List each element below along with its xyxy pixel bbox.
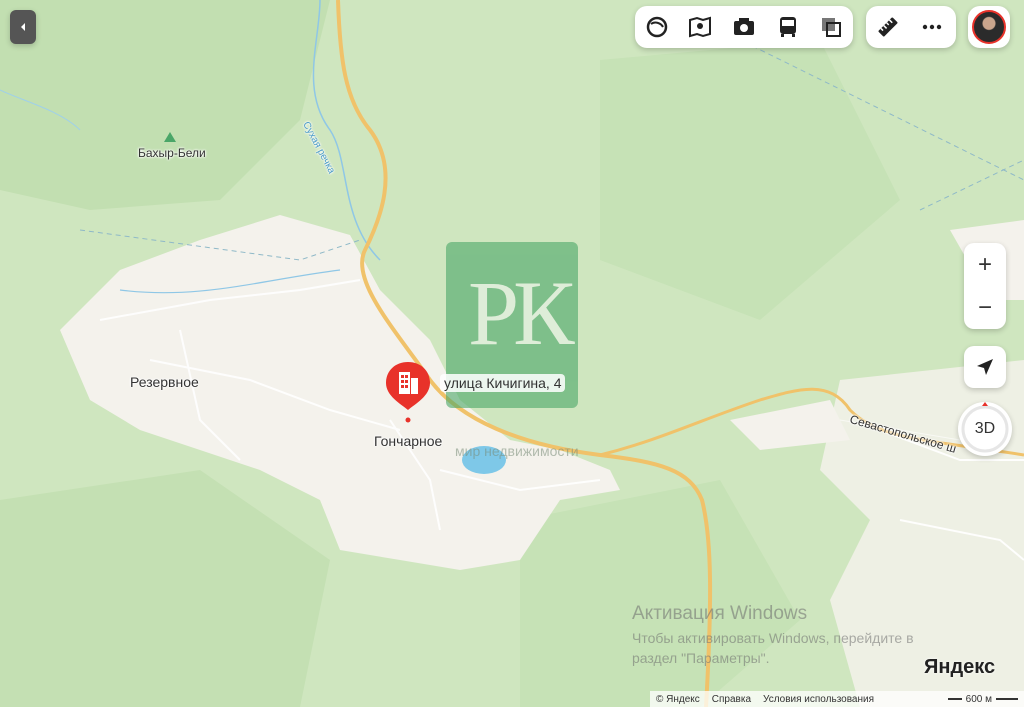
village-label-goncharnoe[interactable]: Гончарное xyxy=(374,433,442,449)
layers-icon xyxy=(646,16,668,38)
activation-line-2: раздел "Параметры". xyxy=(632,650,770,666)
panorama-button[interactable] xyxy=(679,6,723,48)
terms-link[interactable]: Условия использования xyxy=(763,694,874,705)
zoom-control: + − xyxy=(964,243,1006,329)
overlay-icon xyxy=(822,18,842,37)
scale-line xyxy=(947,698,962,700)
watermark-logo-text: РК xyxy=(468,262,575,364)
chevron-left-icon xyxy=(21,23,25,31)
pin-address-label[interactable]: улица Кичигина, 4 xyxy=(440,374,566,392)
location-arrow-icon xyxy=(977,359,993,375)
scale-line-end xyxy=(996,698,1018,700)
scale-value: 600 м xyxy=(965,693,992,705)
3d-compass-button[interactable]: 3D xyxy=(958,402,1012,456)
overlay-button[interactable] xyxy=(809,6,853,48)
tools-toolbar xyxy=(866,6,956,48)
transit-button[interactable] xyxy=(766,6,810,48)
more-icon xyxy=(922,24,942,30)
photos-button[interactable] xyxy=(722,6,766,48)
3d-label: 3D xyxy=(974,420,996,437)
location-pin[interactable] xyxy=(384,360,432,424)
yandex-logo: Яндекс xyxy=(924,656,995,679)
activation-title: Активация Windows xyxy=(632,603,808,624)
scale-bar: 600 м xyxy=(947,693,1018,705)
more-button[interactable] xyxy=(910,6,954,48)
map-footer: © Яндекс Справка Условия использования 6… xyxy=(650,691,1024,707)
village-label-rezervnoe[interactable]: Резервное xyxy=(130,374,199,390)
collapse-panel-button[interactable] xyxy=(10,10,36,44)
layers-toolbar xyxy=(635,6,853,48)
zoom-in-button[interactable]: + xyxy=(964,243,1006,286)
zoom-out-button[interactable]: − xyxy=(964,286,1006,329)
yandex-logo-text: Яндекс xyxy=(924,656,996,678)
avatar xyxy=(972,10,1006,44)
layers-button[interactable] xyxy=(635,6,679,48)
ruler-icon xyxy=(878,17,898,37)
user-avatar-button[interactable] xyxy=(968,6,1010,48)
faded-map-text: мир недвижимости xyxy=(455,443,579,459)
panorama-icon xyxy=(689,16,712,38)
my-location-button[interactable] xyxy=(964,346,1006,388)
activation-line-1: Чтобы активировать Windows, перейдите в xyxy=(632,630,914,646)
mountain-label: Бахыр-Бели xyxy=(138,146,206,160)
help-link[interactable]: Справка xyxy=(712,694,751,705)
bus-icon xyxy=(779,17,796,37)
copyright-link[interactable]: © Яндекс xyxy=(656,694,700,705)
camera-icon xyxy=(733,18,754,35)
ruler-button[interactable] xyxy=(866,6,910,48)
